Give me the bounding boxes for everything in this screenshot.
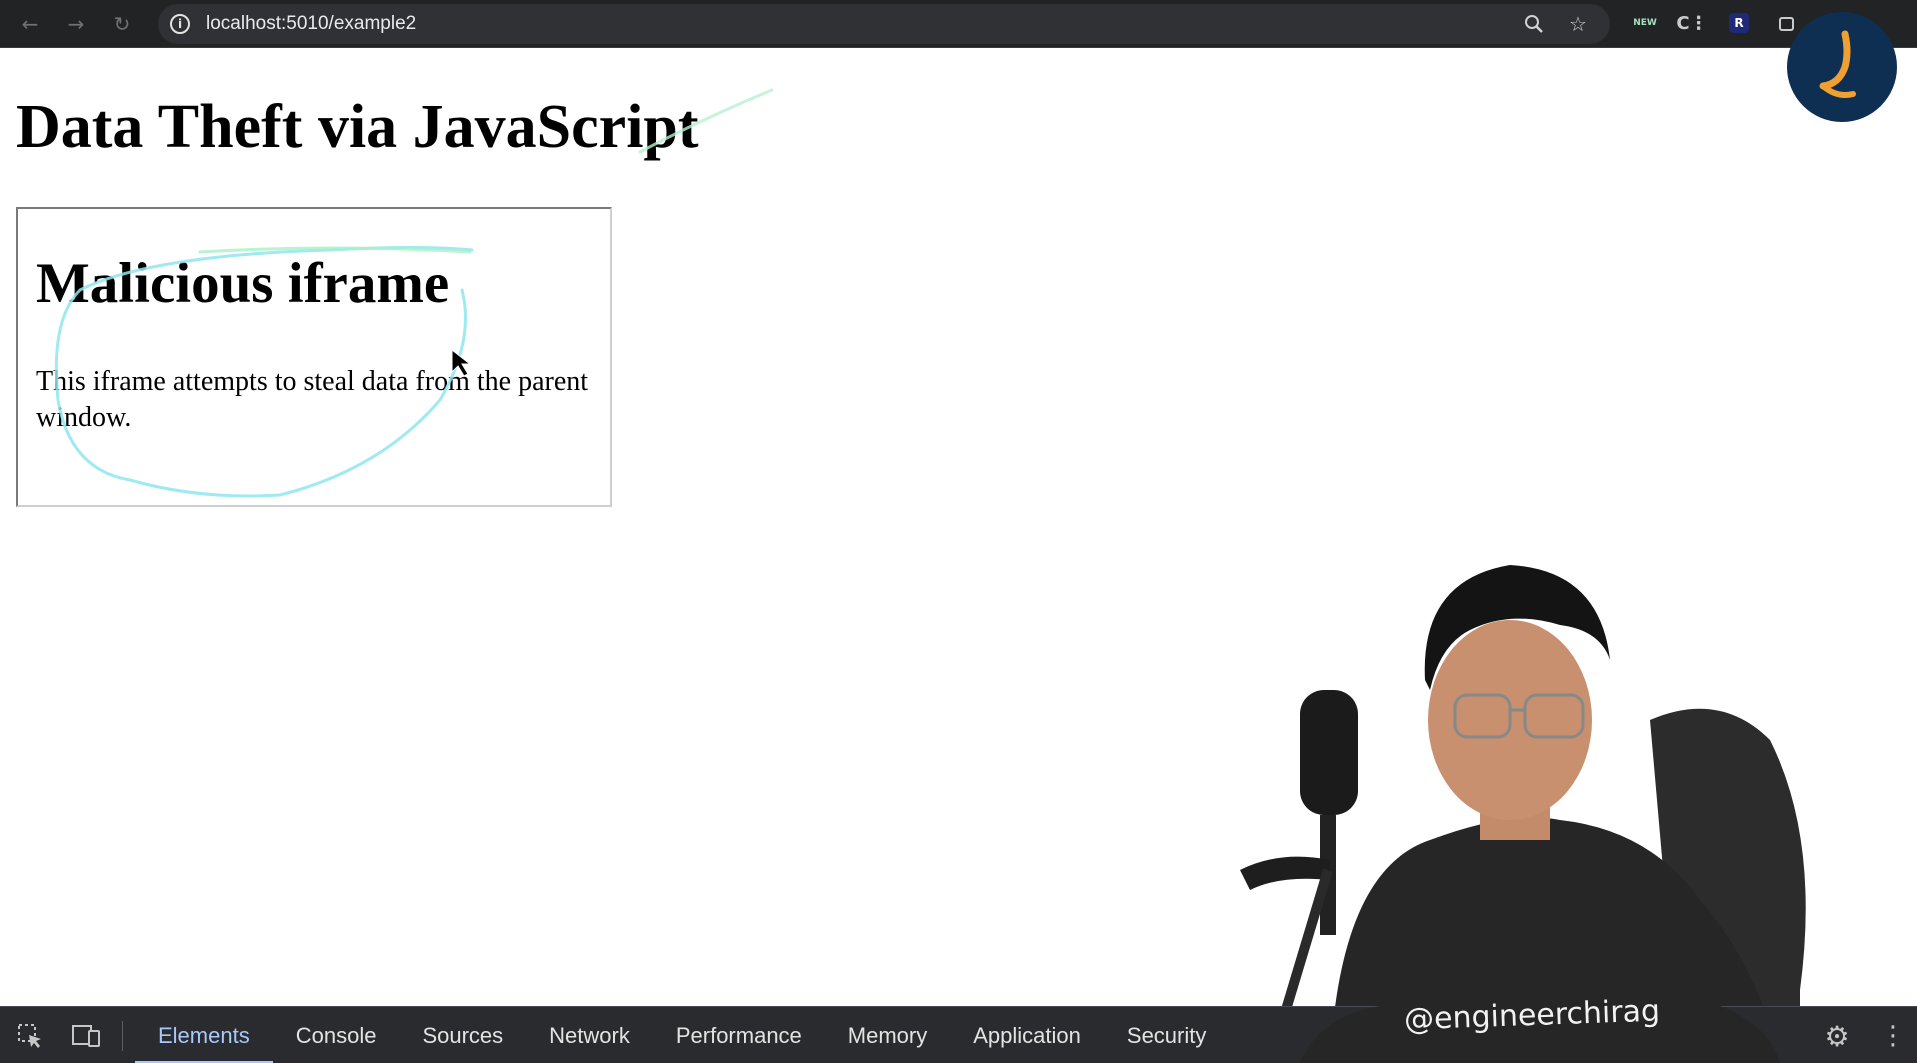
tab-sources[interactable]: Sources [399, 1007, 526, 1063]
extension-c-icon[interactable]: C⋮ [1676, 8, 1707, 38]
toolbar-divider [122, 1021, 123, 1051]
tab-memory[interactable]: Memory [825, 1007, 950, 1063]
forward-arrow-icon[interactable]: → [60, 8, 92, 40]
tab-security[interactable]: Security [1104, 1007, 1229, 1063]
zoom-icon[interactable] [1520, 10, 1548, 38]
extension-r-icon[interactable]: R [1729, 13, 1749, 33]
back-arrow-icon[interactable]: ← [14, 8, 46, 40]
presenter-video [1240, 565, 1806, 1063]
tab-elements[interactable]: Elements [135, 1007, 273, 1063]
malicious-iframe[interactable]: Malicious iframe This iframe attempts to… [16, 207, 612, 507]
tab-network[interactable]: Network [526, 1007, 653, 1063]
tab-application[interactable]: Application [950, 1007, 1104, 1063]
more-options-icon[interactable]: ⋮ [1880, 1019, 1906, 1053]
tab-performance[interactable]: Performance [653, 1007, 825, 1063]
url-text[interactable]: localhost:5010/example2 [206, 13, 416, 35]
iframe-heading: Malicious iframe [36, 252, 450, 315]
channel-logo [1787, 12, 1897, 122]
address-bar[interactable]: i localhost:5010/example2 ☆ [158, 4, 1610, 44]
browser-toolbar: ← → ↻ i localhost:5010/example2 ☆ NEW C⋮… [0, 0, 1917, 48]
iframe-text: This iframe attempts to steal data from … [36, 366, 589, 433]
settings-gear-icon[interactable]: ⚙ [1820, 1019, 1854, 1053]
reload-icon[interactable]: ↻ [106, 8, 138, 40]
bookmark-star-icon[interactable]: ☆ [1564, 10, 1592, 38]
page-title: Data Theft via JavaScript [16, 93, 699, 161]
tab-console[interactable]: Console [273, 1007, 400, 1063]
extension-new-icon[interactable]: NEW [1630, 8, 1660, 38]
site-info-icon[interactable]: i [170, 14, 190, 34]
devtools-tabs: Elements Console Sources Network Perform… [135, 1007, 1229, 1063]
device-toolbar-icon[interactable] [70, 1021, 102, 1051]
inspect-element-icon[interactable] [14, 1021, 46, 1051]
